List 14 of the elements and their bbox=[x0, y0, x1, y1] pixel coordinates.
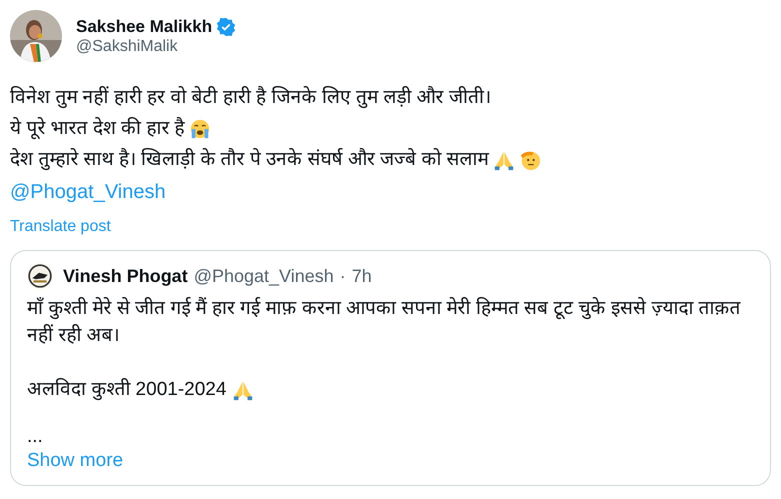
author-name[interactable]: Sakshee Malikkh bbox=[76, 16, 212, 36]
quoted-author-handle[interactable]: @Phogat_Vinesh bbox=[194, 266, 334, 286]
quoted-post-card[interactable]: Vinesh Phogat @Phogat_Vinesh · 7h माँ कुश्ती मेरे से जीत गई मैं हार गई माफ़ करना आपका सपना मेरी हिम्मत सब टूट चुके इससे ज़्यादा ताक़त नहीं रही अब। अलविदा कुश्ती 2001-2024 ... Show more bbox=[10, 250, 771, 486]
post-time: 7h bbox=[352, 266, 372, 286]
quoted-author-name[interactable]: Vinesh Phogat bbox=[63, 266, 188, 286]
quoted-post-text: माँ कुश्ती मेरे से जीत गई मैं हार गई माफ़ करना आपका सपना मेरी हिम्मत सब टूट चुके इससे ज़्यादा ताक़त नहीं रही अब। bbox=[27, 296, 742, 348]
post-text: विनेश तुम नहीं हारी हर वो बेटी हारी है जिनके लिए तुम लड़ी और जीती। bbox=[10, 85, 491, 110]
separator-dot: · bbox=[340, 266, 346, 286]
quoted-post-text: ... bbox=[27, 430, 43, 444]
crying-face-icon bbox=[188, 118, 211, 140]
post-text: देश तुम्हारे साथ है। खिलाड़ी के तौर पे उनके संघर्ष और जज्बे को सलाम bbox=[10, 147, 489, 172]
post-text: ये पूरे भारत देश की हार है bbox=[10, 116, 185, 142]
quoted-post-text: अलविदा कुश्ती 2001-2024 bbox=[27, 377, 226, 402]
author-handle[interactable]: @SakshiMalik bbox=[76, 38, 236, 56]
